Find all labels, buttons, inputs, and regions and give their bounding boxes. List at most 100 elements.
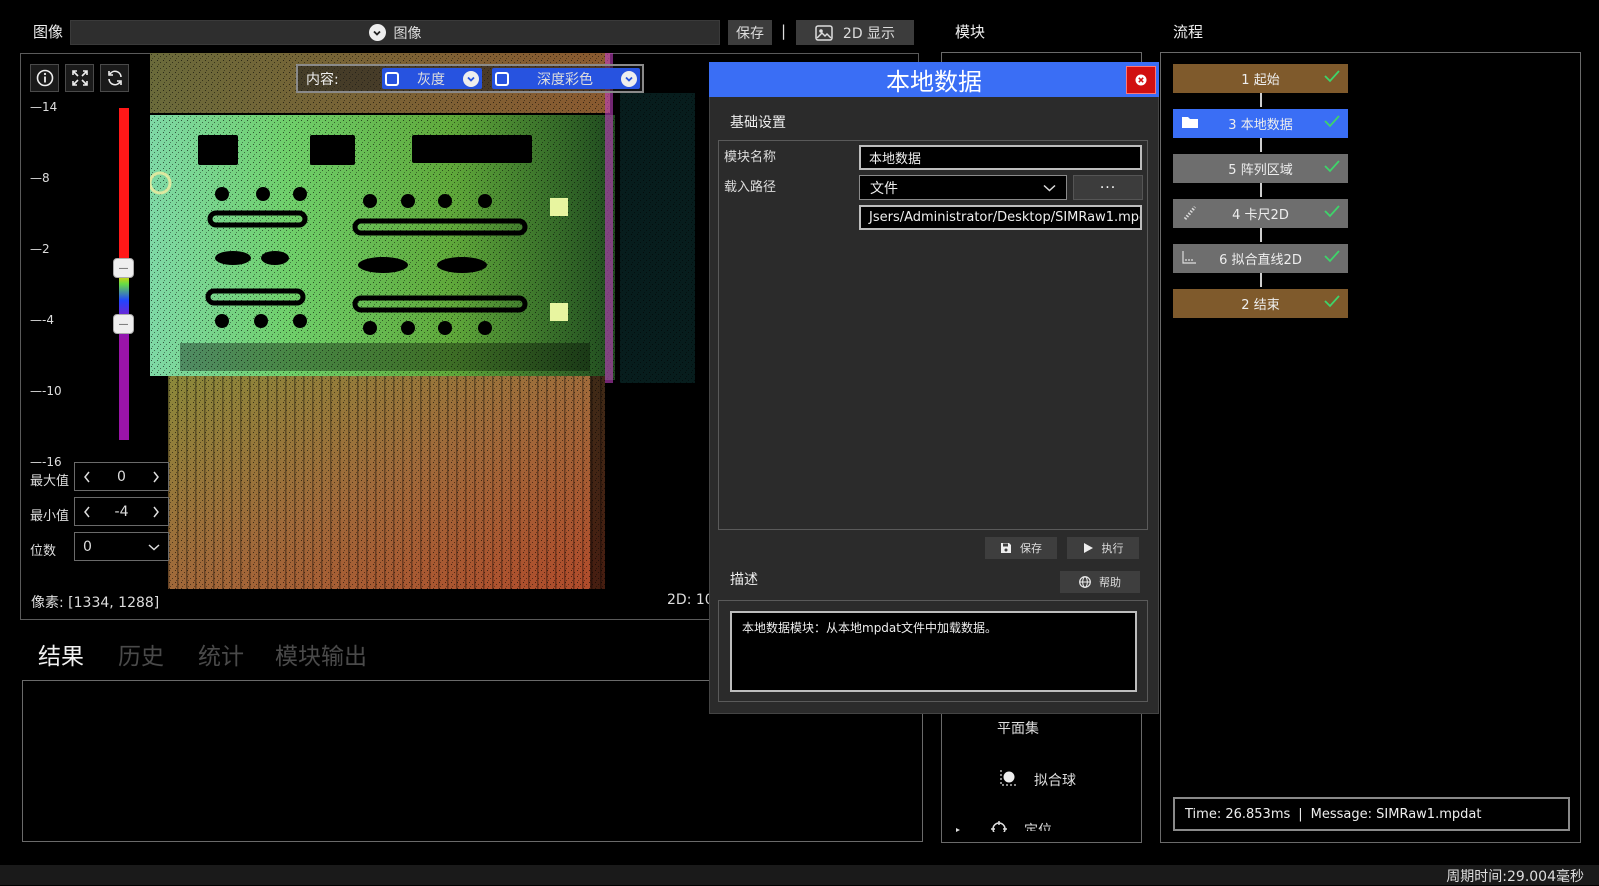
check-icon: [1324, 114, 1340, 128]
dialog-save-label: 保存: [1020, 542, 1042, 555]
folder-icon: [1181, 114, 1199, 130]
pixel-coordinates: 像素: [1334, 1288]: [31, 595, 160, 611]
depth-color-toggle[interactable]: 深度彩色: [492, 68, 640, 89]
flow-node-end[interactable]: 2 结束: [1173, 289, 1348, 318]
check-icon: [1324, 249, 1340, 263]
globe-icon: [1079, 576, 1091, 588]
grayscale-label: 灰度: [417, 71, 445, 88]
module-item-locate[interactable]: 定位: [1024, 821, 1052, 831]
chevron-left-icon[interactable]: [83, 506, 91, 518]
display-mode-label: 2D 显示: [842, 25, 896, 42]
grayscale-toggle[interactable]: 灰度: [382, 68, 482, 89]
tab-statistics[interactable]: 统计: [198, 637, 244, 671]
flow-node-local-data[interactable]: 3 本地数据: [1173, 109, 1348, 138]
flow-node-label: 4 卡尺2D: [1232, 208, 1289, 223]
checkbox-icon[interactable]: [495, 71, 509, 86]
expand-icon: [71, 69, 89, 87]
image-source-value: 图像: [393, 25, 422, 42]
max-value-stepper[interactable]: 0: [74, 462, 169, 491]
dialog-save-button[interactable]: 保存: [985, 537, 1057, 559]
expand-arrow-icon[interactable]: [955, 827, 963, 833]
status-message: Message: SIMRaw1.mpdat: [1310, 806, 1482, 822]
save-icon: [1000, 542, 1012, 554]
depth-image[interactable]: [150, 53, 695, 589]
description-title: 描述: [730, 572, 758, 588]
run-label: 执行: [1101, 542, 1124, 555]
chevron-right-icon[interactable]: [152, 506, 160, 518]
status-time: Time: 26.853ms: [1185, 806, 1291, 822]
module-item-fit-sphere[interactable]: 拟合球: [1034, 770, 1076, 790]
digits-value: 0: [83, 538, 92, 555]
load-path-label: 载入路径: [724, 180, 777, 195]
tab-module-output[interactable]: 模块输出: [275, 637, 367, 671]
dialog-title[interactable]: 本地数据: [709, 62, 1159, 97]
scale-tick-label: —-16: [30, 455, 62, 469]
save-image-button[interactable]: 保存: [728, 20, 772, 45]
flow-connector: [1260, 227, 1262, 242]
image-icon: [815, 24, 833, 41]
colorbar-min-handle[interactable]: —: [113, 314, 134, 334]
digits-select[interactable]: 0: [74, 532, 169, 561]
info-icon: [36, 69, 54, 87]
flow-node-label: 3 本地数据: [1228, 118, 1293, 133]
min-value-field[interactable]: -4: [115, 504, 129, 520]
flow-node-fit-line-2d[interactable]: 6 拟合直线2D: [1173, 244, 1348, 273]
checkbox-icon[interactable]: [385, 71, 399, 86]
max-value-field[interactable]: 0: [117, 469, 126, 485]
file-path-field[interactable]: Jsers/Administrator/Desktop/SIMRaw1.mpda…: [859, 205, 1142, 230]
module-panel-title: 模块: [955, 23, 986, 41]
chevron-right-icon[interactable]: [152, 471, 160, 483]
flow-panel-title: 流程: [1173, 23, 1204, 41]
flow-connector: [1260, 182, 1262, 197]
refresh-button[interactable]: [100, 64, 129, 92]
path-type-value: 文件: [870, 180, 898, 197]
flow-node-array-region[interactable]: 5 阵列区域: [1173, 154, 1348, 183]
image-source-select[interactable]: 图像: [70, 20, 720, 45]
depth-color-label: 深度彩色: [537, 71, 593, 88]
check-icon: [1324, 294, 1340, 308]
flow-node-start[interactable]: 1 起始: [1173, 64, 1348, 93]
play-icon: [1083, 542, 1094, 554]
check-icon: [1324, 159, 1340, 173]
help-label: 帮助: [1099, 576, 1121, 589]
module-item-plane-set[interactable]: 平面集: [997, 718, 1039, 738]
content-label: 内容:: [306, 71, 339, 88]
image-section-title: 图像: [33, 23, 64, 41]
chevron-down-icon: [148, 543, 160, 551]
coordinate-2d-readout: 2D: 10: [667, 592, 714, 608]
sphere-icon: [997, 767, 1019, 789]
close-icon: [1135, 74, 1147, 86]
flow-connector: [1260, 92, 1262, 107]
browse-button[interactable]: ···: [1073, 175, 1143, 200]
help-button[interactable]: 帮助: [1060, 571, 1140, 593]
toolbar-separator: |: [781, 22, 787, 40]
scale-tick-label: —14: [30, 100, 58, 114]
max-value-label: 最大值: [30, 474, 70, 489]
chevron-down-icon[interactable]: [463, 70, 479, 87]
run-button[interactable]: 执行: [1067, 537, 1139, 559]
module-name-label: 模块名称: [724, 150, 777, 165]
info-button[interactable]: [30, 64, 59, 92]
check-icon: [1324, 69, 1340, 83]
min-value-label: 最小值: [30, 509, 70, 524]
display-mode-button[interactable]: 2D 显示: [796, 20, 914, 45]
path-type-select[interactable]: 文件: [859, 175, 1067, 200]
chevron-down-icon[interactable]: [621, 70, 637, 87]
flow-node-label: 1 起始: [1241, 73, 1280, 88]
check-icon: [1324, 204, 1340, 218]
scale-tick-label: —8: [30, 171, 50, 185]
tab-history[interactable]: 历史: [118, 637, 164, 671]
caliper-icon: [1181, 204, 1199, 222]
chevron-left-icon[interactable]: [83, 471, 91, 483]
module-name-field[interactable]: 本地数据: [859, 145, 1142, 170]
status-separator: |: [1298, 806, 1303, 822]
flow-node-label: 5 阵列区域: [1228, 163, 1293, 178]
colorbar-max-handle[interactable]: —: [113, 258, 134, 278]
flow-node-caliper-2d[interactable]: 4 卡尺2D: [1173, 199, 1348, 228]
description-text[interactable]: 本地数据模块：从本地mpdat文件中加载数据。: [730, 611, 1137, 692]
tab-results[interactable]: 结果: [38, 637, 84, 671]
flow-status-box: Time: 26.853ms | Message: SIMRaw1.mpdat: [1173, 797, 1570, 831]
min-value-stepper[interactable]: -4: [74, 497, 169, 526]
dialog-close-button[interactable]: [1126, 66, 1156, 94]
fit-view-button[interactable]: [65, 64, 94, 92]
